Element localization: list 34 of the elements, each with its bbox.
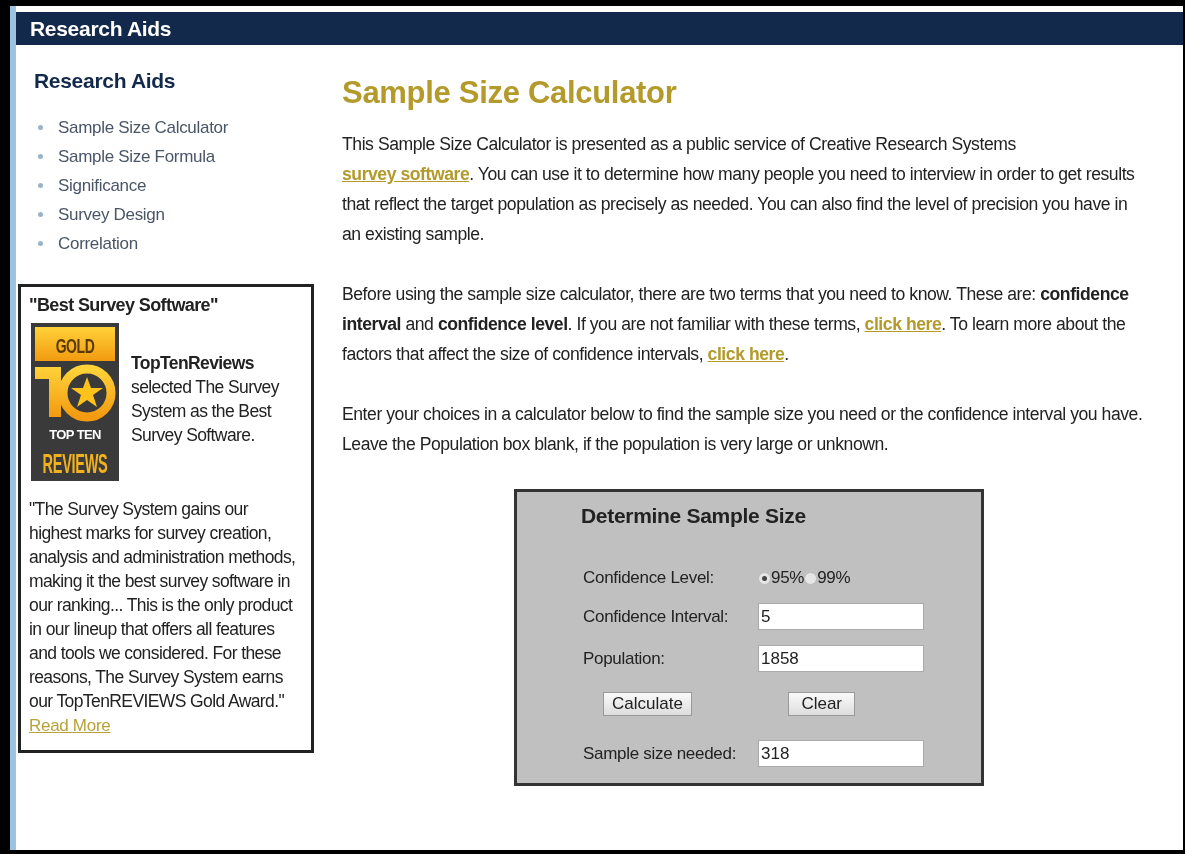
bullet-icon (38, 212, 43, 217)
sidebar-link[interactable]: Correlation (58, 233, 138, 254)
review-title: "Best Survey Software" (29, 294, 219, 317)
field-label: Confidence Level: (583, 568, 715, 588)
result-field[interactable]: 318 (758, 740, 924, 767)
page-heading: Sample Size Calculator (342, 75, 678, 111)
sidebar-link[interactable]: Survey Design (58, 204, 165, 225)
page-title: Research Aids (30, 17, 172, 40)
bullet-icon (38, 125, 43, 130)
input-field[interactable]: 5 (758, 603, 924, 630)
review-quote: "The Survey System gains our highest marks for survey creation, analysis and administration methods, making it the best survey software in our ranking... This is the only product in our lineup that offers all features and tools we considered. For these reasons, The Survey System earns our TopTenREVIEWS Gold Award." Read More (29, 498, 297, 737)
bullet-icon (38, 183, 43, 188)
sidebar-link[interactable]: Sample Size Formula (58, 146, 215, 167)
sidebar-heading: Research Aids (34, 69, 177, 93)
sidebar-link[interactable]: Sample Size Calculator (58, 117, 229, 138)
input-field[interactable]: 1858 (758, 645, 924, 672)
radio-label: 95% (771, 568, 805, 588)
field-label: Sample size needed: (583, 743, 738, 764)
paragraph: This Sample Size Calculator is presented as a public service of Creative Research Systems survey software. You can use it to determine how many people you need to interview in order to get results that reflect the target population as precisely as needed. You can also find the level of precision you have in an existing sample. (342, 133, 1136, 246)
action-button[interactable]: Calculate (603, 692, 692, 716)
paragraph: Before using the sample size calculator, there are two terms that you need to know. These are: confidence interval and confidence level. If you are not familiar with these terms, click here. To learn more about the factors that affect the size of confidence intervals, click here. (342, 283, 1130, 366)
radio-label: 99% (817, 568, 851, 588)
paragraph: Enter your choices in a calculator below to find the sample size you need or the confidence interval you have. Leave the Population box blank, if the population is very large or unknown. (342, 403, 1144, 456)
field-label: Population: (583, 648, 666, 669)
review-summary: TopTenReviews selected The Survey System as the Best Survey Software. (131, 352, 281, 447)
field-label: Confidence Interval: (583, 606, 730, 627)
sidebar-link[interactable]: Significance (58, 175, 147, 196)
award-badge: GOLD TOP TEN REVIEWS (31, 323, 119, 481)
bullet-icon (38, 241, 43, 246)
radio-button[interactable] (804, 571, 818, 585)
action-button[interactable]: Clear (788, 692, 855, 716)
calculator-title: Determine Sample Size (581, 504, 807, 528)
radio-button[interactable] (758, 571, 771, 585)
bullet-icon (38, 154, 43, 159)
